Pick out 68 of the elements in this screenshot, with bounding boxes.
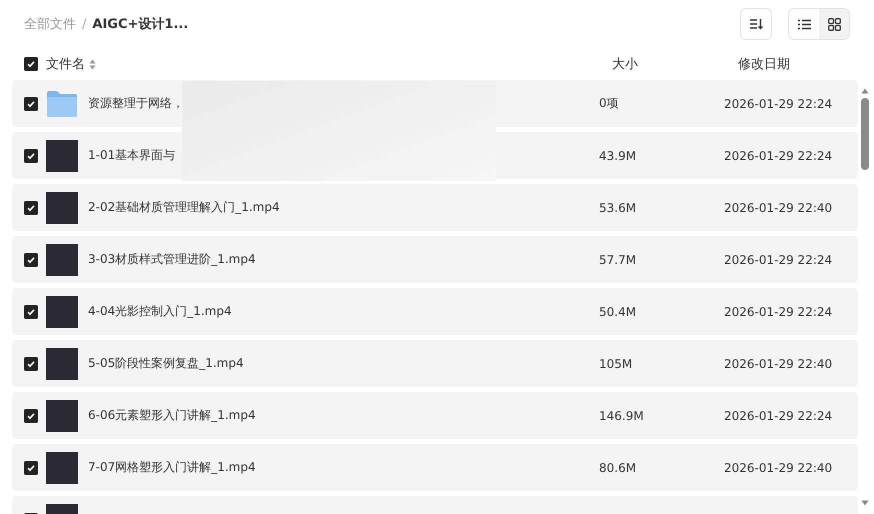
modified-date: 2026-01-29 22:24 xyxy=(724,408,832,422)
checkmark-icon xyxy=(26,59,36,69)
file-size: 146.9M xyxy=(599,408,645,422)
breadcrumb-link[interactable]: AIGC+设计1... xyxy=(92,15,188,33)
row-checkbox[interactable] xyxy=(24,148,38,162)
file-row[interactable]: 2-02基础材质管理理解入门_1.mp4 53.6M 2026-01-29 22:40 xyxy=(12,184,858,231)
row-checkbox[interactable] xyxy=(24,304,38,318)
file-name[interactable]: 6-06元素塑形入门讲解_1.mp4 xyxy=(88,407,599,424)
folder-icon xyxy=(46,90,78,118)
checkmark-icon xyxy=(26,358,36,368)
checkmark-icon xyxy=(26,202,36,212)
file-size: 80.6M xyxy=(599,460,638,474)
file-row[interactable]: 6-06元素塑形入门讲解_1.mp4 146.9M 2026-01-29 22:24 xyxy=(12,392,858,439)
file-row[interactable]: 5-05阶段性案例复盘_1.mp4 105M 2026-01-29 22:40 xyxy=(12,340,858,387)
file-name[interactable]: 7-07网格塑形入门讲解_1.mp4 xyxy=(88,459,599,476)
scroll-down-icon[interactable] xyxy=(861,500,869,506)
video-thumbnail xyxy=(46,192,78,224)
video-thumbnail xyxy=(46,140,78,172)
file-size: 0项 xyxy=(599,95,620,112)
modified-date: 2026-01-29 22:24 xyxy=(724,304,832,318)
column-header: 修改日期 xyxy=(738,56,791,73)
list-view-button[interactable] xyxy=(789,9,819,39)
checkmark-icon xyxy=(26,98,36,108)
video-thumbnail xyxy=(46,452,78,484)
file-name[interactable]: 4-04光影控制入门_1.mp4 xyxy=(88,303,599,320)
row-checkbox[interactable] xyxy=(24,356,38,370)
file-row[interactable]: 7-07网格塑形入门讲解_1.mp4 80.6M 2026-01-29 22:40 xyxy=(12,444,858,491)
file-row[interactable]: 3-03材质样式管理进阶_1.mp4 57.7M 2026-01-29 22:24 xyxy=(12,236,858,283)
row-checkbox[interactable] xyxy=(24,96,38,110)
sort-icon xyxy=(749,18,763,30)
scrollbar-thumb[interactable] xyxy=(861,98,869,170)
column-header[interactable]: 文件名 xyxy=(46,55,85,73)
row-checkbox[interactable] xyxy=(24,252,38,266)
modified-date: 2026-01-29 22:40 xyxy=(724,460,832,474)
breadcrumb-separator: / xyxy=(82,16,86,32)
scroll-up-icon[interactable] xyxy=(861,88,869,94)
modified-date: 2026-01-29 22:40 xyxy=(724,200,832,214)
modified-date: 2026-01-29 22:40 xyxy=(724,356,832,370)
checkmark-icon xyxy=(26,306,36,316)
file-row[interactable]: 4-04光影控制入门_1.mp4 50.4M 2026-01-29 22:24 xyxy=(12,288,858,335)
row-checkbox[interactable] xyxy=(24,200,38,214)
checkmark-icon xyxy=(26,150,36,160)
column-header: 大小 xyxy=(612,56,639,73)
file-name[interactable]: 3-03材质样式管理进阶_1.mp4 xyxy=(88,251,599,268)
row-checkbox[interactable] xyxy=(24,460,38,474)
file-size: 43.9M xyxy=(599,148,638,162)
checkmark-icon xyxy=(26,410,36,420)
sort-button[interactable] xyxy=(740,8,772,40)
row-checkbox[interactable] xyxy=(24,408,38,422)
modified-date: 2026-01-29 22:24 xyxy=(724,252,832,266)
modified-date: 2026-01-29 22:24 xyxy=(724,148,832,162)
file-size: 57.7M xyxy=(599,252,638,266)
checkmark-icon xyxy=(26,254,36,264)
modified-date: 2026-01-29 22:24 xyxy=(724,96,832,110)
grid-icon xyxy=(828,18,840,30)
video-thumbnail xyxy=(46,348,78,380)
file-size: 105M xyxy=(599,356,634,370)
file-name[interactable]: 5-05阶段性案例复盘_1.mp4 xyxy=(88,355,599,372)
video-thumbnail xyxy=(46,400,78,432)
video-thumbnail xyxy=(46,296,78,328)
file-size: 53.6M xyxy=(599,200,638,214)
sort-arrows-icon[interactable] xyxy=(89,58,96,70)
video-thumbnail xyxy=(46,244,78,276)
list-icon xyxy=(798,18,810,30)
file-size: 50.4M xyxy=(599,304,638,318)
file-name[interactable]: 2-02基础材质管理理解入门_1.mp4 xyxy=(88,199,599,216)
select-all-checkbox[interactable] xyxy=(24,57,38,71)
checkmark-icon xyxy=(26,462,36,472)
